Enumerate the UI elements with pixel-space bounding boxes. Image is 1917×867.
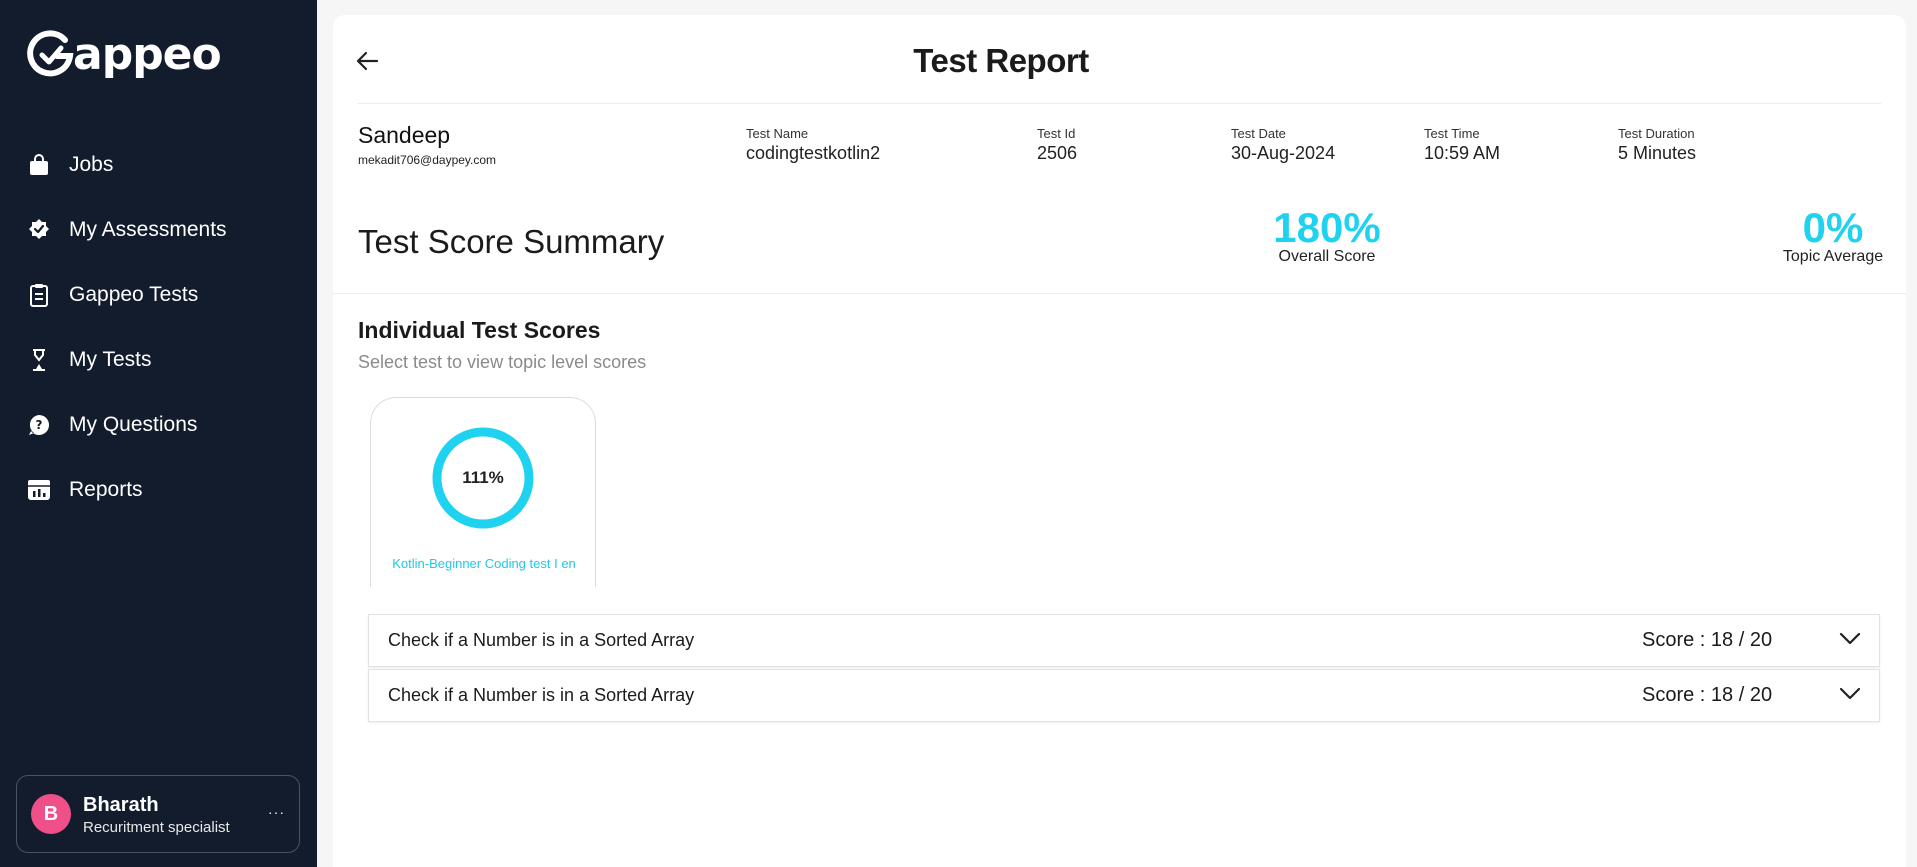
overall-score: 180% Overall Score [1267, 204, 1387, 266]
meta-label: Test Duration [1618, 126, 1695, 141]
question-title: Check if a Number is in a Sorted Array [388, 685, 695, 705]
sidebar-item-my-assessments[interactable]: My Assessments [0, 197, 317, 262]
divider [333, 293, 1906, 294]
main-content: Test Report Sandeep mekadit706@daypey.co… [333, 15, 1906, 867]
overall-score-value: 180% [1273, 204, 1381, 251]
user-info: Bharath Recuritment specialist [83, 793, 230, 836]
meta-label: Test Time [1424, 126, 1480, 141]
sidebar-item-gappeo-tests[interactable]: Gappeo Tests [0, 262, 317, 327]
meta-test-time: Test Time 10:59 AM [1424, 126, 1500, 164]
candidate-name: Sandeep [358, 122, 451, 148]
page-title: Test Report [913, 42, 1089, 79]
question-score: Score : 18 / 20 [1642, 684, 1773, 706]
question-accordion-row[interactable]: Check if a Number is in a Sorted Array S… [368, 614, 1880, 667]
chevron-down-icon[interactable] [1839, 632, 1861, 651]
meta-label: Test Date [1231, 126, 1286, 141]
report-chart-icon [27, 478, 51, 502]
individual-scores-subtitle: Select test to view topic level scores [358, 352, 647, 372]
sidebar: appeo Jobs My Assessments Gappeo Tests M… [0, 0, 317, 867]
sidebar-item-label: Gappeo Tests [69, 282, 199, 306]
meta-label: Test Id [1037, 126, 1076, 141]
sidebar-item-label: My Questions [69, 412, 198, 436]
meta-value: 5 Minutes [1618, 143, 1697, 163]
user-name: Bharath [83, 793, 159, 816]
score-summary-title: Test Score Summary [358, 223, 665, 260]
user-role: Recuritment specialist [83, 818, 230, 836]
meta-value: 2506 [1037, 143, 1078, 163]
divider [358, 103, 1881, 104]
meta-test-date: Test Date 30-Aug-2024 [1231, 126, 1335, 164]
meta-value: 10:59 AM [1424, 143, 1501, 163]
meta-label: Test Name [746, 126, 809, 141]
logo-check-icon [27, 30, 74, 77]
meta-value: codingtestkotlin2 [746, 143, 881, 163]
user-profile-card[interactable]: B Bharath Recuritment specialist ··· [16, 775, 300, 853]
sidebar-item-reports[interactable]: Reports [0, 457, 317, 522]
question-score: Score : 18 / 20 [1642, 629, 1773, 651]
clipboard-icon [27, 283, 51, 307]
help-bubble-icon: ? [27, 413, 51, 437]
more-options-icon[interactable]: ··· [268, 804, 285, 820]
sidebar-item-label: My Assessments [69, 217, 227, 241]
chevron-down-icon[interactable] [1839, 687, 1861, 706]
sidebar-item-label: Reports [69, 477, 143, 501]
question-accordion-row[interactable]: Check if a Number is in a Sorted Array S… [368, 669, 1880, 722]
meta-test-duration: Test Duration 5 Minutes [1618, 126, 1696, 164]
test-card-name: Kotlin-Beginner Coding test I en [392, 556, 576, 571]
topic-average-value: 0% [1802, 204, 1864, 251]
individual-scores-title: Individual Test Scores [358, 317, 601, 343]
meta-value: 30-Aug-2024 [1231, 143, 1336, 163]
gappeo-logo[interactable]: appeo [27, 29, 222, 80]
donut-percent: 111% [462, 468, 504, 487]
candidate-email: mekadit706@daypey.com [358, 153, 497, 167]
hourglass-icon [27, 348, 51, 372]
question-title: Check if a Number is in a Sorted Array [388, 630, 695, 650]
test-score-card[interactable]: 111% Kotlin-Beginner Coding test I en [370, 397, 596, 587]
meta-test-id: Test Id 2506 [1037, 126, 1077, 164]
sidebar-nav: Jobs My Assessments Gappeo Tests My Test… [0, 132, 317, 522]
verified-badge-icon [27, 218, 51, 242]
sidebar-item-my-tests[interactable]: My Tests [0, 327, 317, 392]
sidebar-item-label: My Tests [69, 347, 152, 371]
shopping-bag-icon [27, 153, 51, 177]
sidebar-item-jobs[interactable]: Jobs [0, 132, 317, 197]
topic-average: 0% Topic Average [1773, 204, 1893, 266]
overall-score-label: Overall Score [1278, 248, 1376, 265]
avatar: B [31, 794, 71, 834]
svg-text:?: ? [36, 418, 43, 432]
logo-wordmark: appeo [73, 29, 222, 80]
sidebar-item-my-questions[interactable]: ? My Questions [0, 392, 317, 457]
meta-test-name: Test Name codingtestkotlin2 [746, 126, 880, 164]
topic-average-label: Topic Average [1782, 248, 1884, 265]
sidebar-item-label: Jobs [69, 152, 114, 176]
